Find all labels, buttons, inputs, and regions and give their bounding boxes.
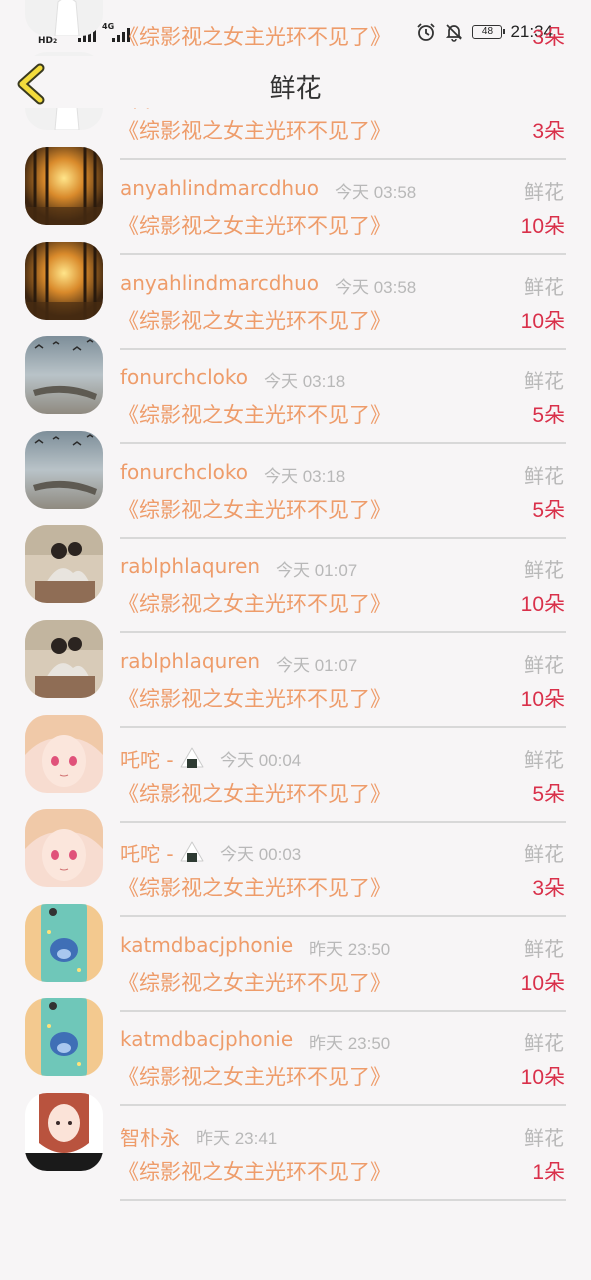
timestamp: 今天 03:58 xyxy=(335,277,417,297)
gift-type-label: 鲜花 xyxy=(524,936,564,961)
avatar[interactable] xyxy=(25,241,103,320)
list-item[interactable]: 《综影视之女主光环不见了》 3朵 xyxy=(0,0,591,66)
avatar[interactable] xyxy=(25,620,103,698)
onigiri-icon xyxy=(180,841,204,863)
user-name[interactable]: rablphlaquren xyxy=(120,649,260,673)
list-item[interactable]: anyahlindmarcdhuo 鲜花 《综影视之女主光环不见了》 10朵 今天 03… xyxy=(0,130,591,255)
timestamp: 今天 01:07 xyxy=(276,656,358,675)
list-item[interactable]: 智朴永 鲜花《综影视之女主光环不见了》 1朵 昨天 23:41 xyxy=(0,1076,591,1201)
gift-type-label: 鲜花 xyxy=(524,558,564,583)
gift-type-label: 鲜花 xyxy=(524,180,564,204)
gift-type-label: 鲜花 xyxy=(524,1126,564,1150)
avatar[interactable] xyxy=(25,430,103,509)
user-name[interactable]: katmdbacjphonie xyxy=(120,933,293,957)
timestamp: 今天 03:18 xyxy=(264,372,346,392)
gift-type-label: 鲜花 xyxy=(524,1031,564,1056)
timestamp: 今天 03:58 xyxy=(335,183,417,202)
timestamp: 今天 00:04 xyxy=(220,750,302,770)
list-item[interactable]: katmdbacjphonie 鲜花 《综影视之女主光环不见了》 10朵 昨天 23:5… xyxy=(0,887,591,1012)
list-item[interactable]: 吒咜 - 鲜花 《综影视之女主光环不见了》 3朵 今天 00:03 xyxy=(0,792,591,918)
user-name[interactable]: fonurchcloko xyxy=(120,365,248,389)
avatar[interactable] xyxy=(25,809,103,888)
timestamp: 今天 00:03 xyxy=(220,845,302,865)
flower-count: 1朵 xyxy=(532,1161,565,1184)
list-item[interactable]: fonurchcloko 鲜花 《综影视之女主光环不见了》 5朵 今天 03:18 xyxy=(0,414,591,539)
timestamp: 昨天 23:50 xyxy=(309,1034,391,1054)
timestamp: 昨天 23:41 xyxy=(196,1129,278,1148)
avatar[interactable] xyxy=(25,714,103,793)
list-item[interactable]: 吒咜 - 鲜花 《综影视之女主光环不见了》 5朵 今天 00:04 xyxy=(0,698,591,823)
user-name[interactable]: anyahlindmarcdhuo xyxy=(120,176,319,200)
list-item[interactable]: rablphlaquren 鲜花 《综影视之女主光环不见了》 10朵 今天 01:07 xyxy=(0,508,591,634)
gift-type-label: 鲜花 xyxy=(524,463,564,488)
timestamp: 今天 03:18 xyxy=(264,466,346,486)
timestamp: 今天 01:07 xyxy=(276,561,358,581)
avatar[interactable] xyxy=(25,1093,103,1171)
user-name[interactable]: 智朴永 xyxy=(120,1122,180,1151)
gift-type-label: 鲜花 xyxy=(524,274,564,299)
avatar[interactable] xyxy=(25,336,103,415)
top-bar: 鲜花 xyxy=(0,56,591,108)
list-item[interactable]: anyahlindmarcdhuo 鲜花 《综影视之女主光环不见了》 10朵 今天 03… xyxy=(0,225,591,350)
user-name[interactable]: 吒咜 - xyxy=(120,838,204,867)
user-name[interactable]: anyahlindmarcdhuo xyxy=(120,271,319,295)
avatar[interactable] xyxy=(25,525,103,604)
gift-type-label: 鲜花 xyxy=(524,369,564,394)
divider xyxy=(120,1199,566,1201)
timestamp: 昨天 23:50 xyxy=(309,939,391,959)
gift-type-label: 鲜花 xyxy=(524,747,564,772)
list-item[interactable]: fonurchcloko 鲜花 《综影视之女主光环不见了》 5朵 今天 03:18 xyxy=(0,319,591,445)
list-item[interactable]: katmdbacjphonie 鲜花 《综影视之女主光环不见了》 10朵 昨天 23:5… xyxy=(0,981,591,1107)
gift-type-label: 鲜花 xyxy=(524,653,564,677)
avatar[interactable] xyxy=(25,903,103,982)
avatar[interactable] xyxy=(25,0,103,36)
list-item[interactable]: rablphlaquren 鲜花 《综影视之女主光环不见了》 10朵 今天 01:07 xyxy=(0,603,591,728)
gift-type-label: 鲜花 xyxy=(524,842,564,867)
user-name[interactable]: katmdbacjphonie xyxy=(120,1027,293,1051)
user-name[interactable]: 吒咜 - xyxy=(120,744,204,773)
user-name[interactable]: rablphlaquren xyxy=(120,554,260,578)
avatar[interactable] xyxy=(25,998,103,1077)
book-title-link[interactable]: 《综影视之女主光环不见了》 xyxy=(118,1156,391,1186)
page-title: 鲜花 xyxy=(269,74,322,104)
onigiri-icon xyxy=(180,747,204,768)
user-name[interactable]: fonurchcloko xyxy=(120,460,248,484)
avatar[interactable] xyxy=(25,147,103,225)
